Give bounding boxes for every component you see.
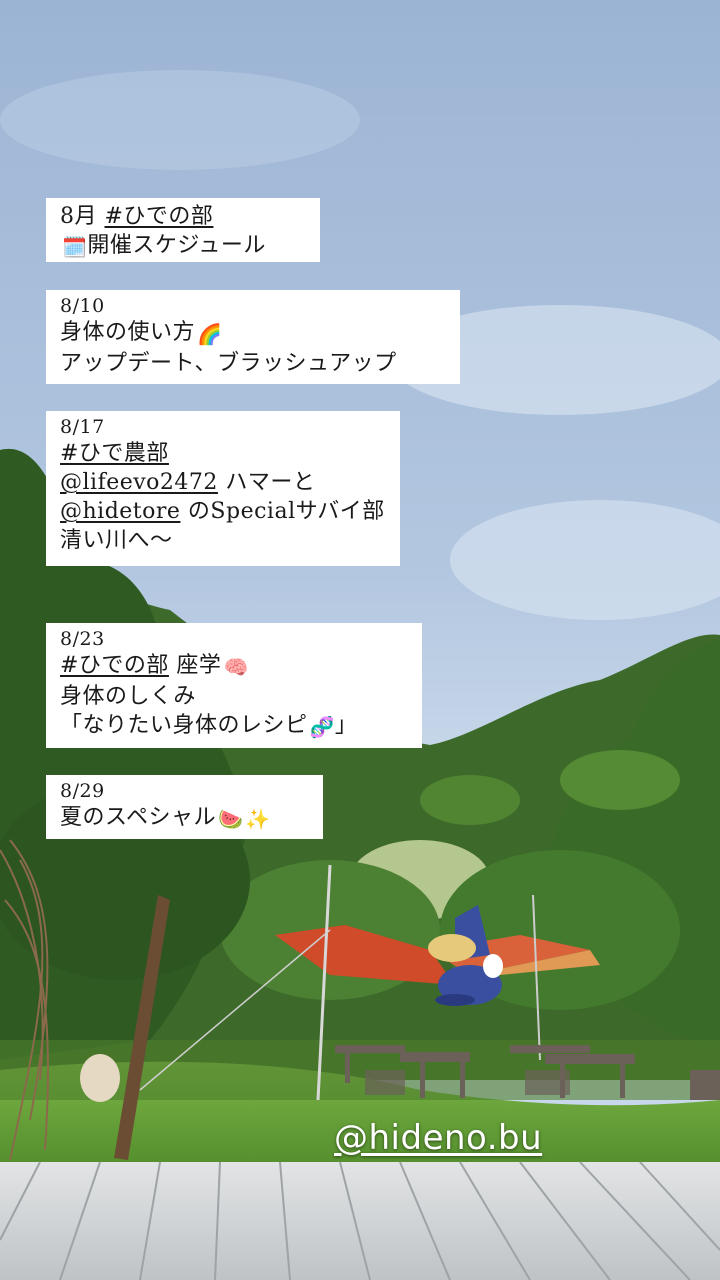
- watermelon-icon: 🍉: [217, 807, 244, 831]
- header-line-1: 8月 #ひでの部: [60, 204, 214, 229]
- event-date: 8/10: [60, 295, 105, 317]
- mention-link[interactable]: @hidetore: [60, 499, 180, 524]
- deck: [0, 1162, 720, 1280]
- sparkles-icon: ✨: [245, 807, 271, 831]
- header-card: 8月 #ひでの部 🗓️開催スケジュール: [46, 198, 320, 262]
- brain-icon: 🧠: [223, 655, 249, 679]
- event-card-8-17: 8/17 #ひで農部 @lifeevo2472 ハマーと @hidetore の…: [46, 411, 400, 566]
- hashtag-link[interactable]: #ひでの部: [60, 653, 169, 678]
- event-line: 身体の使い方 🌈: [60, 318, 448, 349]
- event-date: 8/17: [60, 416, 105, 438]
- event-line: @hidetore のSpecialサバイ部: [60, 499, 385, 524]
- account-handle-watermark[interactable]: @hideno.bu: [334, 1118, 542, 1158]
- event-date: 8/23: [60, 628, 105, 650]
- hashtag-link[interactable]: #ひで農部: [60, 441, 169, 466]
- event-line: 夏のスペシャル 🍉 ✨: [60, 803, 311, 834]
- event-line: #ひで農部: [60, 439, 388, 468]
- event-card-8-23: 8/23 #ひでの部 座学 🧠 身体のしくみ 「なりたい身体のレシピ 🧬」: [46, 623, 422, 748]
- event-line: 清い川へ〜: [60, 528, 173, 553]
- event-line: @lifeevo2472 ハマーと: [60, 470, 316, 495]
- event-line: 「なりたい身体のレシピ 🧬」: [60, 711, 410, 742]
- calendar-icon: 🗓️: [62, 235, 88, 259]
- dna-icon: 🧬: [309, 715, 335, 739]
- event-line: 身体のしくみ: [60, 684, 196, 709]
- event-date: 8/29: [60, 780, 105, 802]
- mention-link[interactable]: @lifeevo2472: [60, 470, 218, 495]
- hashtag-link[interactable]: #ひでの部: [105, 204, 214, 229]
- event-line: #ひでの部 座学 🧠: [60, 651, 410, 682]
- header-line-2: 🗓️開催スケジュール: [60, 231, 308, 262]
- event-line: アップデート、ブラッシュアップ: [60, 351, 397, 376]
- rainbow-icon: 🌈: [197, 322, 223, 346]
- event-card-8-10: 8/10 身体の使い方 🌈 アップデート、ブラッシュアップ: [46, 290, 460, 384]
- event-card-8-29: 8/29 夏のスペシャル 🍉 ✨: [46, 775, 323, 839]
